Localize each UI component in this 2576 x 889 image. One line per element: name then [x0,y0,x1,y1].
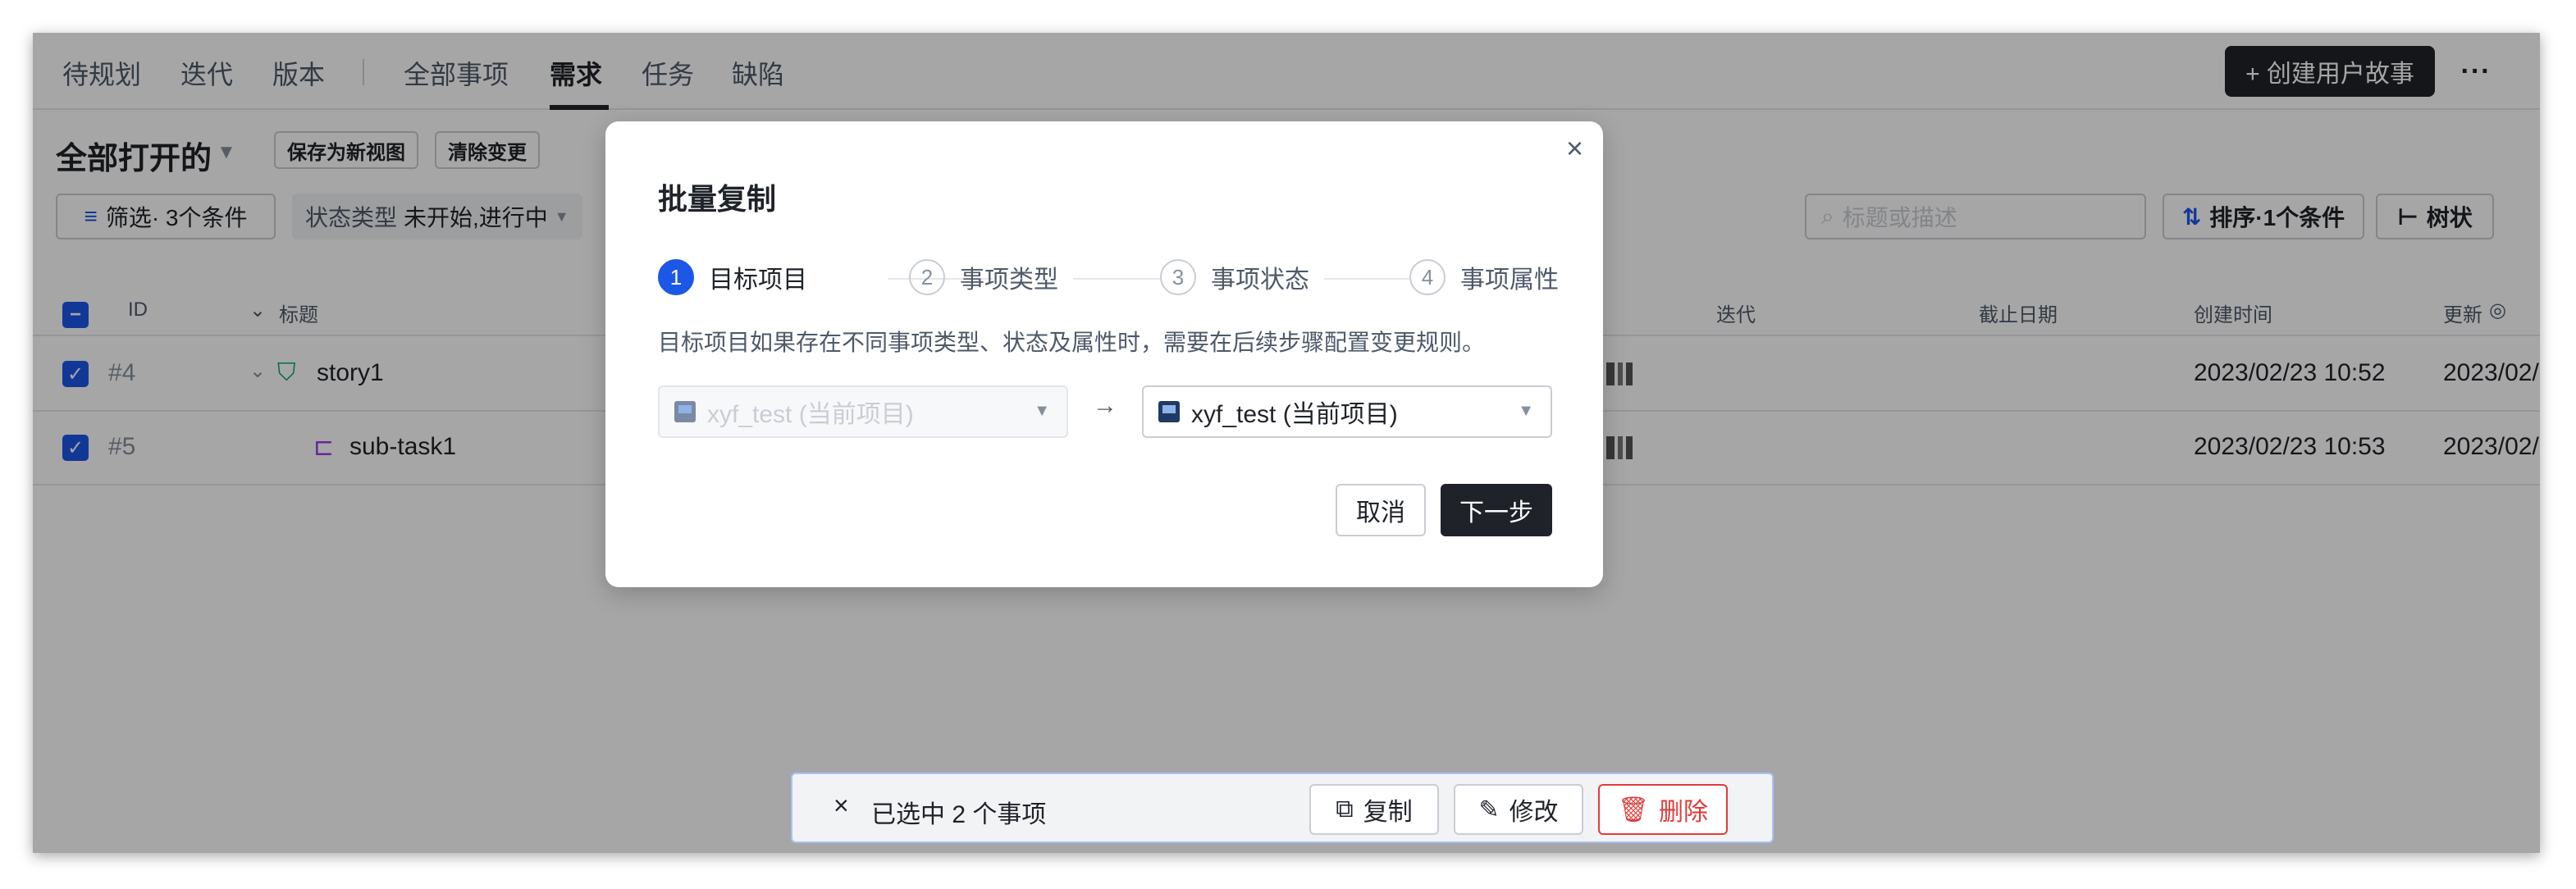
step-label: 事项属性 [1460,267,1559,294]
batch-copy-dialog: × 批量复制 1 目标项目 2 事项类型 3 事项状态 4 事项属性 目标项目如… [605,121,1603,587]
step-item-status: 3 事项状态 [1160,259,1309,295]
delete-button[interactable]: 🗑 删除 [1598,784,1728,835]
copy-label: 复制 [1363,799,1413,826]
project-icon [1158,401,1180,422]
copy-button[interactable]: ⧉ 复制 [1309,784,1439,835]
target-project-select[interactable]: xyf_test (当前项目) ▼ [1142,385,1552,438]
step-item-type: 2 事项类型 [909,259,1058,295]
app-window: 待规划 迭代 版本 全部事项 需求 任务 缺陷 + 创建用户故事 ··· 全部打… [33,33,2540,853]
step-connector [1073,278,1160,280]
close-icon[interactable]: × [834,791,849,821]
step-number: 3 [1160,259,1196,295]
target-project-value: xyf_test (当前项目) [1191,401,1398,428]
edit-button[interactable]: ✎ 修改 [1454,784,1583,835]
close-icon[interactable]: × [1566,131,1583,166]
step-connector [1324,278,1409,280]
step-label: 事项类型 [960,267,1058,294]
source-project-value: xyf_test (当前项目) [707,401,914,428]
dialog-title: 批量复制 [658,182,777,216]
step-label: 目标项目 [709,267,807,294]
source-project-select: xyf_test (当前项目) ▼ [658,385,1068,438]
selection-action-bar: × 已选中 2 个事项 ⧉ 复制 ✎ 修改 🗑 删除 [791,773,1774,843]
step-number: 2 [909,259,945,295]
edit-icon: ✎ [1478,796,1500,823]
trash-icon: 🗑 [1617,796,1650,823]
cancel-button[interactable]: 取消 [1336,484,1426,536]
next-step-button[interactable]: 下一步 [1441,484,1552,536]
arrow-right-icon: → [1093,392,1117,419]
step-number: 4 [1409,259,1446,295]
step-target-project: 1 目标项目 [658,259,807,295]
caret-down-icon: ▼ [1034,402,1050,420]
edit-label: 修改 [1509,799,1559,826]
selection-count-text: 已选中 2 个事项 [871,801,1047,828]
step-number: 1 [658,259,694,295]
delete-label: 删除 [1659,799,1709,826]
project-icon [674,401,696,422]
step-item-properties: 4 事项属性 [1409,259,1559,295]
step-label: 事项状态 [1211,267,1309,294]
caret-down-icon: ▼ [1518,402,1534,420]
dialog-description: 目标项目如果存在不同事项类型、状态及属性时，需要在后续步骤配置变更规则。 [658,330,1486,355]
copy-icon: ⧉ [1336,796,1354,823]
